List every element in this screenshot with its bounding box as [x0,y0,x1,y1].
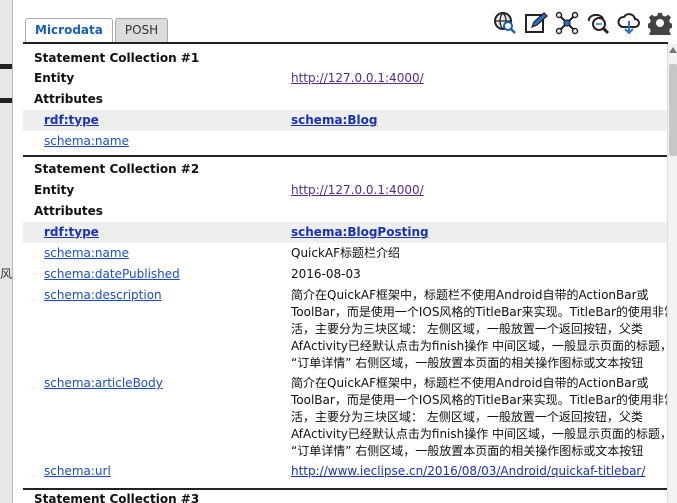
statement-collection: Statement Collection #3 [23,490,668,503]
attribute-value: 简介在QuickAF框架中，标题栏不使用Android自带的ActionBar或… [291,373,668,460]
attribute-row: schema:articleBody 简介在QuickAF框架中，标题栏不使用A… [23,373,668,461]
predicate-link[interactable]: rdf:type [44,110,99,131]
gear-icon[interactable] [648,11,672,35]
type-value-link[interactable]: schema:BlogPosting [291,222,668,243]
attribute-row: schema:url http://www.ieclipse.cn/2016/0… [23,461,668,482]
scrollbar[interactable] [667,44,677,503]
tab-posh[interactable]: POSH [114,18,169,42]
text-line: AfActivity已经默认点击为finish操作 中间区域，一般显示页面的标题… [291,339,668,353]
entity-link[interactable]: http://127.0.0.1:4000/ [291,180,424,201]
attribute-value: 简介在QuickAF框架中，标题栏不使用Android自带的ActionBar或… [291,285,668,372]
attribute-row: schema:name [23,131,668,152]
attribute-value: QuickAF标题栏介绍 [291,246,401,260]
collection-title: Statement Collection #2 [34,162,200,176]
predicate-link[interactable]: rdf:type [44,222,99,243]
cloud-download-icon[interactable] [617,11,641,35]
tab-microdata[interactable]: Microdata [25,18,113,43]
text-line: 活，主要分为三块区域： 左侧区域，一般放置一个返回按钮，父类 [291,322,643,336]
type-row: rdf:type schema:BlogPosting [23,222,668,243]
attributes-header: Attributes [23,201,668,222]
graph-icon[interactable] [555,11,579,35]
tab-bar: Microdata POSH [25,18,170,43]
text-line: 简介在QuickAF框架中，标题栏不使用Android自带的ActionBar或 [291,288,649,302]
entity-row: Entity http://127.0.0.1:4000/ [23,68,668,89]
attributes-header: Attributes [23,89,668,110]
background-bar [0,98,12,103]
background-text: 风 [0,267,13,281]
collection-header: Statement Collection #3 [23,490,668,503]
entity-label: Entity [34,71,75,85]
type-value-link[interactable]: schema:Blog [291,110,668,131]
entity-link[interactable]: http://127.0.0.1:4000/ [291,68,424,89]
statement-collection: Statement Collection #2 Entity http://12… [23,157,668,482]
predicate-link[interactable]: schema:datePublished [44,264,180,285]
scroll-up-icon[interactable] [669,47,677,53]
background-page: 风 [0,0,12,503]
text-line: 简介在QuickAF框架中，标题栏不使用Android自带的ActionBar或 [291,376,649,390]
predicate-link[interactable]: schema:url [44,461,111,482]
attribute-value: 2016-08-03 [291,267,361,281]
text-line: ToolBar，而是使用一个IOS风格的TitleBar来实现。TitleBar… [291,305,668,319]
text-line: ToolBar，而是使用一个IOS风格的TitleBar来实现。TitleBar… [291,393,668,407]
predicate-link[interactable]: schema:articleBody [44,373,163,394]
background-bar [0,64,12,69]
collection-title: Statement Collection #3 [34,492,200,503]
entity-row: Entity http://127.0.0.1:4000/ [23,180,668,201]
predicate-link[interactable]: schema:name [44,243,129,264]
scrollbar-thumb[interactable] [669,64,677,156]
text-line: 活，主要分为三块区域： 左侧区域，一般放置一个返回按钮，父类 [291,410,643,424]
edit-icon[interactable] [524,11,548,35]
search-icon[interactable] [586,11,610,35]
text-line: “订单详情” 右侧区域，一般放置本页面的相关操作图标或文本按钮 [291,356,644,370]
extension-popup: Microdata POSH Statement Collection #1 E… [12,0,677,503]
attributes-label: Attributes [34,204,103,218]
type-row: rdf:type schema:Blog [23,110,668,131]
statement-list: Statement Collection #1 Entity http://12… [23,44,668,503]
text-line: “订单详情” 右侧区域，一般放置本页面的相关操作图标或文本按钮 [291,444,644,458]
toolbar [493,11,672,35]
globe-search-icon[interactable] [493,11,517,35]
entity-label: Entity [34,183,75,197]
attribute-row: schema:name QuickAF标题栏介绍 [23,243,668,264]
attribute-value [291,131,668,133]
url-link[interactable]: http://www.ieclipse.cn/2016/08/03/Androi… [291,461,668,482]
collection-header: Statement Collection #1 [23,44,668,68]
predicate-link[interactable]: schema:name [44,131,129,152]
attributes-label: Attributes [34,92,103,106]
attribute-row: schema:description 简介在QuickAF框架中，标题栏不使用A… [23,285,668,373]
collection-header: Statement Collection #2 [23,157,668,180]
predicate-link[interactable]: schema:description [44,285,162,306]
attribute-row: schema:datePublished 2016-08-03 [23,264,668,285]
statement-collection: Statement Collection #1 Entity http://12… [23,44,668,152]
text-line: AfActivity已经默认点击为finish操作 中间区域，一般显示页面的标题… [291,427,668,441]
